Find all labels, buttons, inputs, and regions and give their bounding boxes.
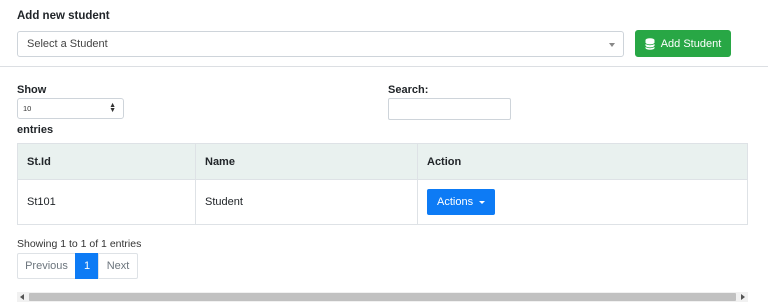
table-info: Showing 1 to 1 of 1 entries <box>17 238 142 250</box>
pagination-previous[interactable]: Previous <box>17 253 76 279</box>
database-icon <box>644 37 655 50</box>
actions-dropdown-button[interactable]: Actions <box>427 189 496 215</box>
column-header-name[interactable]: Name <box>195 143 418 180</box>
show-label: Show <box>17 84 47 96</box>
pagination-page-1[interactable]: 1 <box>75 253 99 279</box>
cell-st-id: St101 <box>17 179 196 225</box>
updown-arrows-icon: ▲ ▼ <box>109 102 116 114</box>
students-table: St.Id Name Action St101 Student Actions <box>17 143 748 225</box>
column-header-st-id[interactable]: St.Id <box>17 143 196 180</box>
add-student-button-label: Add Student <box>660 37 722 50</box>
scroll-left-icon[interactable] <box>20 294 24 300</box>
entries-length-select[interactable]: 10 ▲ ▼ <box>17 98 124 119</box>
cell-action: Actions <box>417 179 748 225</box>
chevron-down-icon <box>609 43 615 47</box>
add-student-label: Add new student <box>17 10 110 22</box>
actions-button-label: Actions <box>437 196 474 208</box>
caret-down-icon <box>479 200 486 204</box>
pagination-next[interactable]: Next <box>98 253 138 279</box>
table-row: St101 Student Actions <box>17 179 748 225</box>
search-label: Search: <box>388 84 429 96</box>
table-header-row: St.Id Name Action <box>17 143 748 180</box>
entries-length-value: 10 <box>23 104 32 113</box>
add-student-button[interactable]: Add Student <box>635 30 731 57</box>
horizontal-scrollbar[interactable] <box>17 292 748 302</box>
search-input[interactable] <box>388 98 511 120</box>
student-select[interactable]: Select a Student <box>17 31 624 57</box>
column-header-action[interactable]: Action <box>417 143 748 180</box>
pagination: Previous 1 Next <box>17 253 138 279</box>
add-student-card: Add new student Select a Student Add Stu… <box>0 0 768 67</box>
entries-label: entries <box>17 124 54 136</box>
student-select-placeholder: Select a Student <box>27 38 108 50</box>
scrollbar-thumb[interactable] <box>29 293 736 301</box>
cell-name: Student <box>195 179 418 225</box>
scroll-right-icon[interactable] <box>741 294 745 300</box>
